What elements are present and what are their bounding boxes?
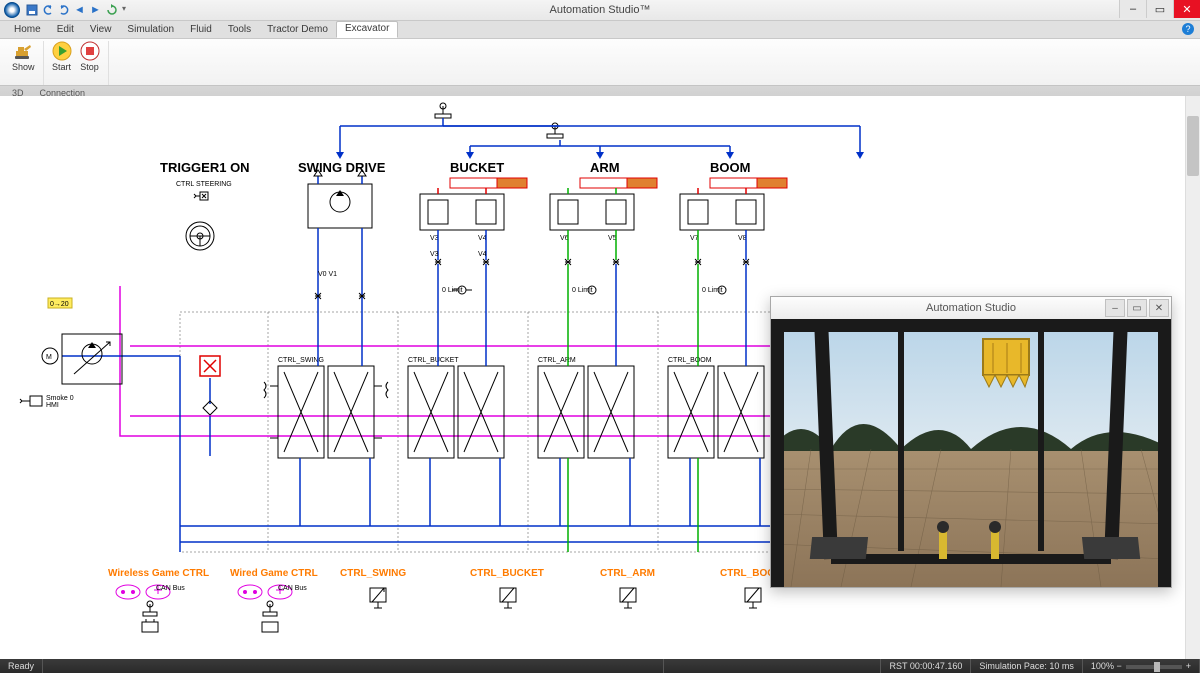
scrollbar-thumb[interactable]: [1187, 116, 1199, 176]
sim-3d-title-bar[interactable]: Automation Studio – ▭ ✕: [771, 297, 1171, 320]
show-label: Show: [12, 62, 35, 72]
svg-text:CAN Bus: CAN Bus: [278, 585, 307, 592]
back-icon[interactable]: ◄: [74, 4, 86, 16]
label-ctrl-arm: CTRL_ARM: [600, 568, 655, 579]
label-swing: SWING DRIVE: [298, 160, 386, 175]
title-bar: ◄ ► ▾ Automation Studio™ – ▭ ✕: [0, 0, 1200, 21]
sim-3d-window[interactable]: Automation Studio – ▭ ✕: [770, 296, 1172, 588]
refresh-icon[interactable]: [106, 4, 118, 16]
svg-text:CTRL_BUCKET: CTRL_BUCKET: [408, 357, 459, 364]
gamepad-wireless-icon: [116, 585, 140, 599]
save-icon[interactable]: [26, 4, 38, 16]
ribbon-group-3d: Show: [4, 41, 44, 85]
sim-3d-close-button[interactable]: ✕: [1149, 299, 1169, 317]
svg-text:Smoke 0: Smoke 0: [46, 395, 74, 402]
gamepad-wired-icon: [238, 585, 262, 599]
menu-bar: Home Edit View Simulation Fluid Tools Tr…: [0, 21, 1200, 39]
valve-swing: CTRL_SWING: [264, 357, 388, 458]
app-logo-icon: [4, 2, 20, 18]
qat-dropdown-icon[interactable]: ▾: [122, 4, 134, 16]
window-controls: – ▭ ✕: [1119, 0, 1200, 18]
ribbon-group-connection: Start Stop: [44, 41, 109, 85]
prop-valve-swing-icon: [370, 588, 386, 608]
svg-text:CTRL_BOOM: CTRL_BOOM: [668, 357, 712, 364]
menu-view[interactable]: View: [82, 22, 120, 37]
help-icon[interactable]: ?: [1182, 23, 1194, 35]
sim-3d-viewport[interactable]: [771, 319, 1171, 587]
sim-3d-minimize-button[interactable]: –: [1105, 299, 1125, 317]
forward-icon[interactable]: ►: [90, 4, 102, 16]
menu-edit[interactable]: Edit: [49, 22, 82, 37]
prop-valve-boom-icon: [745, 588, 761, 608]
menu-excavator[interactable]: Excavator: [336, 21, 398, 38]
label-trigger1: TRIGGER1 ON: [160, 160, 250, 175]
stop-icon: [80, 41, 100, 61]
menu-home[interactable]: Home: [6, 22, 49, 37]
show-button[interactable]: Show: [10, 41, 37, 72]
excavator-icon: [13, 41, 33, 61]
prop-valve-arm-icon: [620, 588, 636, 608]
menu-tools[interactable]: Tools: [220, 22, 259, 37]
status-zoom[interactable]: 100% −+: [1083, 659, 1200, 673]
svg-text:CAN Bus: CAN Bus: [156, 585, 185, 592]
status-rst: RST 00:00:47.160: [881, 659, 971, 673]
valve-bucket: CTRL_BUCKET: [408, 357, 504, 458]
zoom-slider[interactable]: [1126, 665, 1182, 669]
sim-3d-maximize-button[interactable]: ▭: [1127, 299, 1147, 317]
status-bar: Ready RST 00:00:47.160 Simulation Pace: …: [0, 659, 1200, 673]
workspace: TRIGGER1 ON SWING DRIVE BUCKET ARM BOOM …: [0, 96, 1200, 659]
start-label: Start: [52, 62, 71, 72]
redo-icon[interactable]: [58, 4, 70, 16]
svg-text:CTRL_ARM: CTRL_ARM: [538, 357, 576, 364]
status-pace: Simulation Pace: 10 ms: [971, 659, 1083, 673]
menu-tractor-demo[interactable]: Tractor Demo: [259, 22, 336, 37]
valve-boom: CTRL_BOOM: [668, 357, 764, 458]
vertical-scrollbar[interactable]: [1185, 96, 1200, 659]
svg-text:HMI: HMI: [46, 402, 59, 409]
menu-fluid[interactable]: Fluid: [182, 22, 220, 37]
quick-access-toolbar: ◄ ► ▾: [26, 4, 134, 16]
label-wired-ctrl: Wired Game CTRL: [230, 568, 318, 579]
close-button[interactable]: ✕: [1173, 0, 1200, 18]
svg-text:V0 V1: V0 V1: [318, 271, 337, 278]
status-ready: Ready: [0, 659, 43, 673]
label-bucket: BUCKET: [450, 160, 504, 175]
zoom-out-icon[interactable]: −: [1116, 661, 1121, 671]
ribbon: Show Start Stop: [0, 39, 1200, 86]
cyl-arm: V6V5 0 Limit: [550, 178, 657, 304]
stop-button[interactable]: Stop: [78, 41, 102, 72]
valve-arm: CTRL_ARM: [538, 357, 634, 458]
undo-icon[interactable]: [42, 4, 54, 16]
maximize-button[interactable]: ▭: [1146, 0, 1173, 18]
sim-3d-title: Automation Studio: [926, 302, 1016, 314]
svg-text:0→20: 0→20: [50, 301, 69, 308]
cyl-bucket: V3 V4 V3V4 0 Limit: [420, 178, 527, 304]
svg-text:CTRL_SWING: CTRL_SWING: [278, 357, 324, 364]
start-button[interactable]: Start: [50, 41, 74, 72]
label-arm: ARM: [590, 160, 620, 175]
minimize-button[interactable]: –: [1119, 0, 1146, 18]
label-ctrl-swing: CTRL_SWING: [340, 568, 406, 579]
label-ctrl-bucket: CTRL_BUCKET: [470, 568, 544, 579]
menu-simulation[interactable]: Simulation: [119, 22, 182, 37]
zoom-in-icon[interactable]: +: [1186, 661, 1191, 671]
svg-text:V3: V3: [430, 251, 439, 258]
svg-text:M: M: [46, 354, 52, 361]
label-ctrl-steering: CTRL STEERING: [176, 181, 232, 188]
play-icon: [52, 41, 72, 61]
stop-label: Stop: [80, 62, 99, 72]
label-wireless-ctrl: Wireless Game CTRL: [108, 568, 209, 579]
svg-text:V4: V4: [478, 251, 487, 258]
window-title: Automation Studio™: [0, 4, 1200, 16]
prop-valve-bucket-icon: [500, 588, 516, 608]
label-boom: BOOM: [710, 160, 750, 175]
cyl-boom: V7V8 0 Limit: [680, 178, 787, 304]
